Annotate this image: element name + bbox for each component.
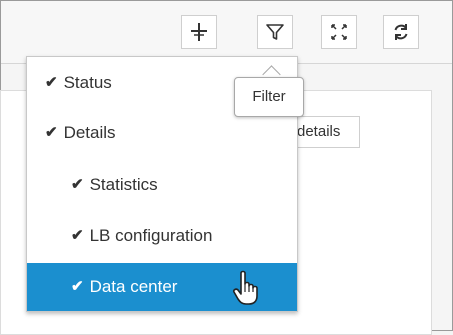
filter-tooltip: Filter — [234, 77, 304, 117]
menu-item-lb-configuration[interactable]: ✔ LB configuration — [27, 212, 297, 260]
add-button[interactable] — [181, 15, 217, 49]
toolbar — [1, 1, 452, 64]
refresh-button[interactable] — [383, 15, 419, 49]
menu-item-statistics[interactable]: ✔ Statistics — [27, 161, 297, 209]
menu-item-label: Status — [63, 73, 112, 92]
hand-cursor-icon — [232, 270, 262, 311]
menu-item-label: LB configuration — [89, 226, 213, 245]
fullscreen-icon — [329, 22, 349, 42]
filter-icon — [265, 22, 285, 42]
refresh-icon — [391, 22, 411, 42]
check-icon: ✔ — [45, 74, 58, 91]
filter-button[interactable] — [257, 15, 293, 49]
menu-item-label: Statistics — [89, 175, 158, 194]
menu-item-label: Details — [63, 123, 116, 142]
check-icon: ✔ — [71, 227, 84, 244]
check-icon: ✔ — [71, 278, 84, 295]
menu-item-label: Data center — [89, 277, 178, 296]
add-icon — [189, 22, 209, 42]
check-icon: ✔ — [45, 124, 58, 141]
fullscreen-button[interactable] — [321, 15, 357, 49]
check-icon: ✔ — [71, 176, 84, 193]
